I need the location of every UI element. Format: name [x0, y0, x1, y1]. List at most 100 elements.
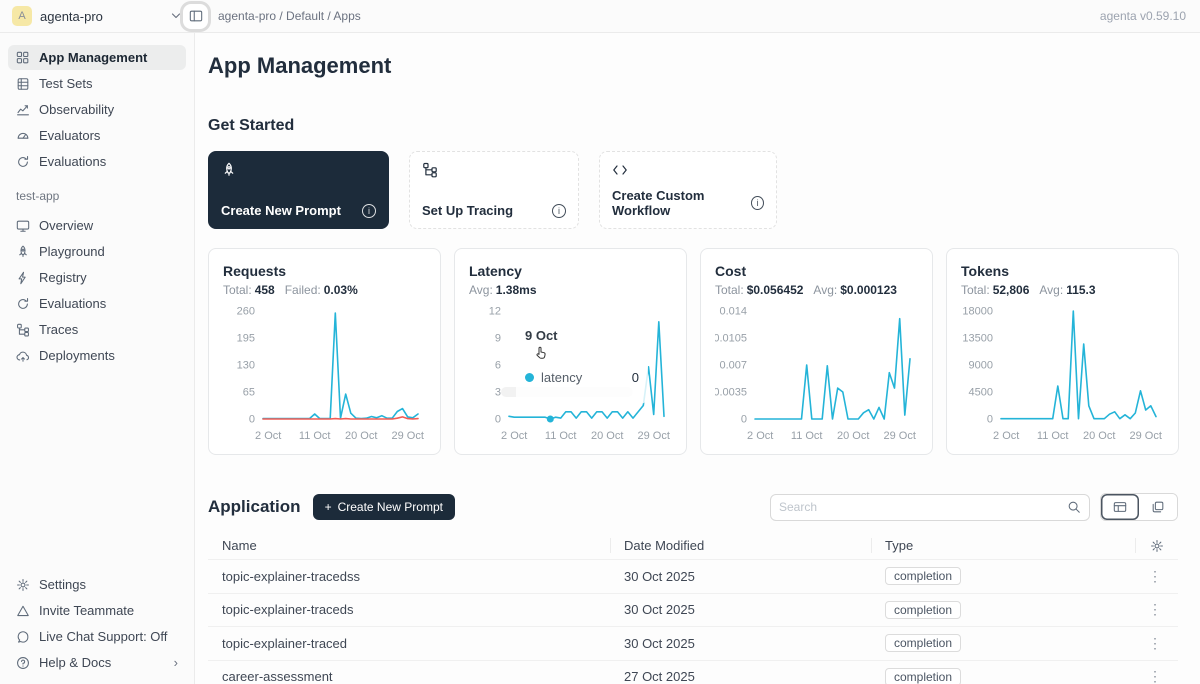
- sidebar-item-overview[interactable]: Overview: [8, 213, 186, 238]
- svg-text:20 Oct: 20 Oct: [591, 430, 623, 442]
- breadcrumb[interactable]: agenta-pro / Default / Apps: [218, 9, 361, 23]
- column-settings-icon[interactable]: [1150, 539, 1164, 553]
- main-content: App Management Get Started Create New Pr…: [195, 33, 1200, 684]
- latency-chart: LatencyAvg:1.38ms0369122 Oct11 Oct20 Oct…: [454, 248, 687, 455]
- legend-dot: [525, 373, 534, 382]
- cost-chart: CostTotal:$0.056452Avg:$0.00012300.00350…: [700, 248, 933, 455]
- sidebar-item-label: Help & Docs: [39, 655, 111, 670]
- sidebar-footer-item-settings[interactable]: Settings: [8, 572, 186, 597]
- column-header-date-modified[interactable]: Date Modified: [610, 532, 871, 559]
- sidebar-item-test-sets[interactable]: Test Sets: [8, 71, 186, 96]
- svg-text:18000: 18000: [962, 306, 993, 318]
- help-icon: [16, 656, 30, 670]
- sidebar-item-label: Deployments: [39, 348, 115, 363]
- type-badge: completion: [885, 601, 961, 619]
- svg-text:2 Oct: 2 Oct: [993, 430, 1019, 442]
- svg-text:2 Oct: 2 Oct: [501, 430, 527, 442]
- row-menu-button[interactable]: ⋮: [1148, 568, 1162, 585]
- sidebar-toggle-button[interactable]: [183, 4, 208, 29]
- sidebar-item-label: Traces: [39, 322, 78, 337]
- table-row[interactable]: topic-explainer-tracedss30 Oct 2025compl…: [208, 560, 1178, 594]
- chart-tooltip: 9 Octlatency0: [516, 322, 648, 404]
- code-icon: [612, 162, 628, 178]
- svg-text:130: 130: [237, 360, 255, 372]
- chart-stat: Failed:0.03%: [285, 283, 358, 297]
- table-row[interactable]: career-assessment27 Oct 2025completion⋮: [208, 661, 1178, 684]
- test-sets-icon: [16, 77, 30, 91]
- info-icon[interactable]: i: [552, 204, 566, 218]
- tooltip-series-value: 0: [632, 370, 639, 385]
- get-started-card-set-up-tracing[interactable]: Set Up Tracingi: [409, 151, 579, 229]
- search-icon[interactable]: [1067, 500, 1081, 514]
- table-view-icon: [1113, 500, 1127, 514]
- chevron-down-icon: [169, 9, 183, 23]
- sidebar-footer-item-invite-teammate[interactable]: Invite Teammate: [8, 598, 186, 623]
- date-modified-cell: 27 Oct 2025: [610, 669, 871, 684]
- plus-icon: +: [325, 500, 332, 514]
- date-modified-cell: 30 Oct 2025: [610, 636, 871, 651]
- get-started-card-label: Create New Prompt: [221, 203, 341, 218]
- search-input[interactable]: [779, 500, 1067, 514]
- row-menu-button[interactable]: ⋮: [1148, 668, 1162, 684]
- chevron-right-icon: ›: [174, 655, 178, 670]
- get-started-cards: Create New PromptiSet Up TracingiCreate …: [208, 151, 1178, 229]
- info-icon[interactable]: i: [362, 204, 376, 218]
- application-header: Application + Create New Prompt: [208, 493, 1178, 521]
- svg-text:20 Oct: 20 Oct: [837, 430, 869, 442]
- sidebar-item-observability[interactable]: Observability: [8, 97, 186, 122]
- table-view-button[interactable]: [1101, 494, 1139, 520]
- sidebar-item-traces[interactable]: Traces: [8, 317, 186, 342]
- sidebar-item-deployments[interactable]: Deployments: [8, 343, 186, 368]
- chart-stat: Avg:115.3: [1039, 283, 1095, 297]
- svg-text:260: 260: [237, 306, 255, 318]
- get-started-card-create-custom-workflow[interactable]: Create Custom Workflowi: [599, 151, 777, 229]
- svg-text:0: 0: [741, 414, 747, 426]
- sidebar-item-label: Test Sets: [39, 76, 92, 91]
- sidebar-item-label: Playground: [39, 244, 105, 259]
- svg-text:0: 0: [495, 414, 501, 426]
- sidebar-footer-item-help-docs[interactable]: Help & Docs ›: [8, 650, 186, 675]
- search-box: [770, 494, 1090, 521]
- sidebar-item-app-management[interactable]: App Management: [8, 45, 186, 70]
- applications-table: NameDate ModifiedTypetopic-explainer-tra…: [208, 532, 1178, 684]
- card-view-button[interactable]: [1139, 494, 1177, 520]
- table-row[interactable]: topic-explainer-traced30 Oct 2025complet…: [208, 627, 1178, 661]
- sidebar-item-playground[interactable]: Playground: [8, 239, 186, 264]
- registry-icon: [16, 271, 30, 285]
- svg-text:0.0035: 0.0035: [715, 387, 747, 399]
- workspace-avatar: A: [12, 6, 32, 26]
- panel-left-icon: [189, 9, 203, 23]
- workspace-switcher[interactable]: A agenta-pro: [0, 6, 195, 26]
- create-new-prompt-button[interactable]: + Create New Prompt: [313, 494, 455, 520]
- svg-text:4500: 4500: [969, 387, 993, 399]
- sidebar-item-evaluations[interactable]: Evaluations: [8, 149, 186, 174]
- sidebar-footer-nav: Settings Invite Teammate Live Chat Support…: [8, 572, 186, 676]
- type-cell: completion: [871, 601, 1135, 619]
- page-title: App Management: [208, 51, 1178, 81]
- table-row[interactable]: topic-explainer-traceds30 Oct 2025comple…: [208, 594, 1178, 628]
- sidebar-footer-item-live-chat-support-off[interactable]: Live Chat Support: Off: [8, 624, 186, 649]
- sidebar-item-evaluations[interactable]: Evaluations: [8, 291, 186, 316]
- sidebar-item-evaluators[interactable]: Evaluators: [8, 123, 186, 148]
- observability-icon: [16, 103, 30, 117]
- sidebar-app-nav: Overview Playground RegistryEvaluations Tra…: [8, 213, 186, 369]
- row-menu-button[interactable]: ⋮: [1148, 601, 1162, 618]
- sidebar-item-label: Live Chat Support: Off: [39, 629, 167, 644]
- column-header-type[interactable]: Type: [871, 532, 1135, 559]
- tooltip-date: 9 Oct: [525, 328, 639, 343]
- svg-text:0: 0: [249, 414, 255, 426]
- svg-text:0.0105: 0.0105: [715, 333, 747, 345]
- evaluations-icon: [16, 297, 30, 311]
- metrics-charts-row: RequestsTotal:458Failed:0.03%06513019526…: [208, 248, 1178, 455]
- sidebar-item-registry[interactable]: Registry: [8, 265, 186, 290]
- row-menu-button[interactable]: ⋮: [1148, 635, 1162, 652]
- sidebar-item-label: Invite Teammate: [39, 603, 134, 618]
- svg-text:29 Oct: 29 Oct: [637, 430, 669, 442]
- sidebar: App ManagementTest SetsObservabilityEval…: [0, 33, 195, 684]
- svg-text:2 Oct: 2 Oct: [747, 430, 773, 442]
- svg-text:3: 3: [495, 387, 501, 399]
- column-header-name[interactable]: Name: [208, 532, 610, 559]
- app-grid-icon: [16, 51, 30, 65]
- info-icon[interactable]: i: [751, 196, 764, 210]
- get-started-card-create-new-prompt[interactable]: Create New Prompt i: [208, 151, 389, 229]
